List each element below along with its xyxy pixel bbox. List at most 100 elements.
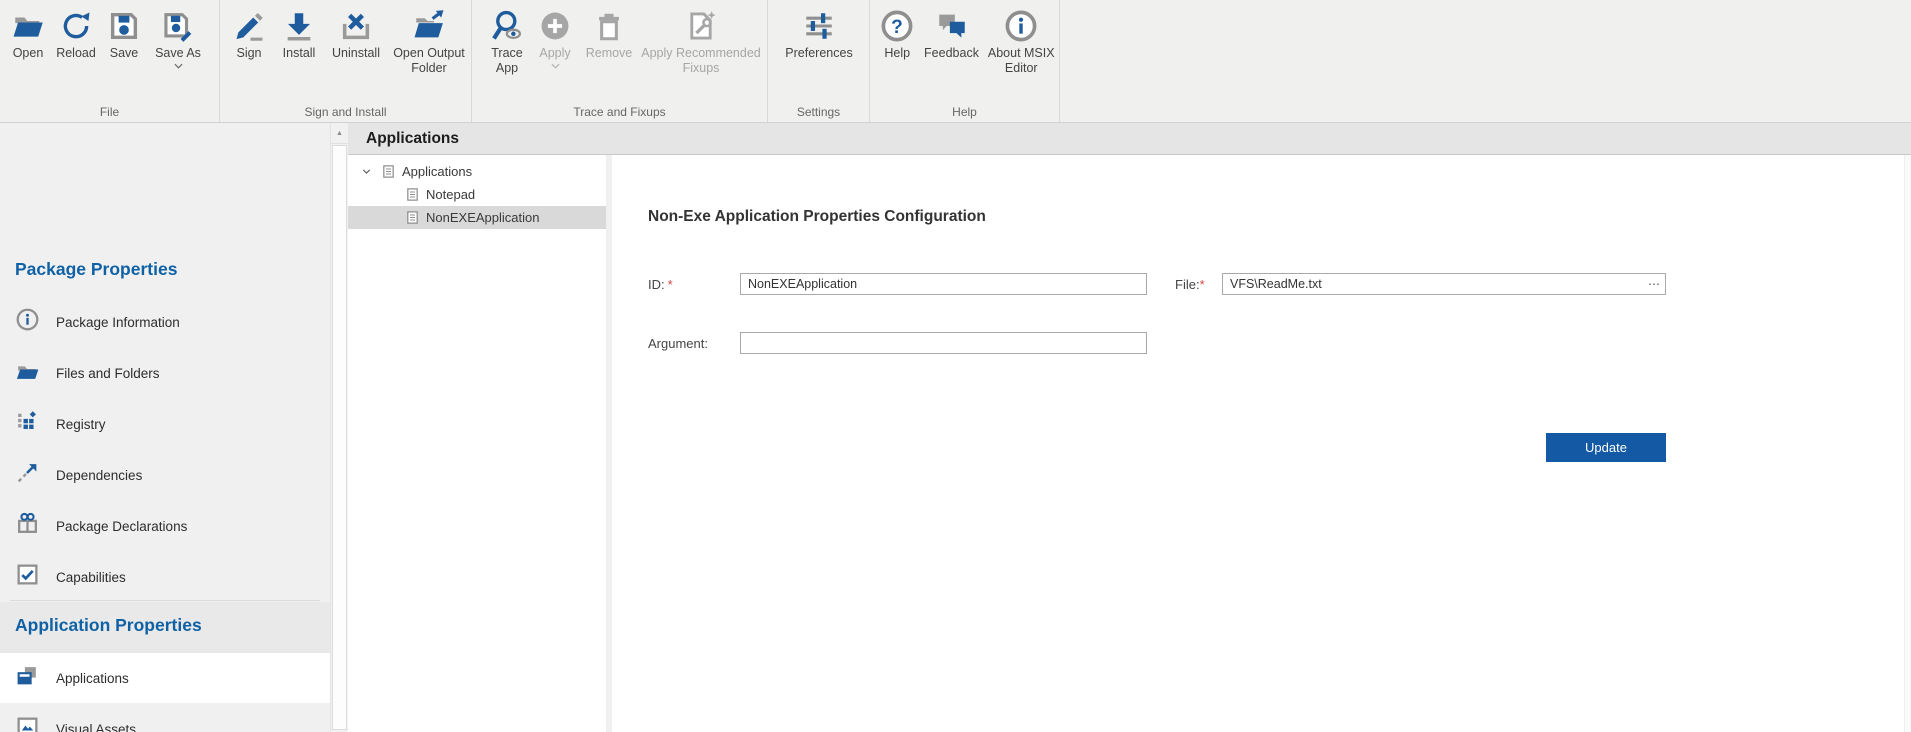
sidebar-item-label: Package Information: [56, 315, 180, 330]
file-field-label: File:*: [1175, 277, 1205, 292]
tree-item-applications-root[interactable]: Applications: [348, 160, 606, 183]
uninstall-button[interactable]: Uninstall: [325, 7, 387, 61]
sidebar-item-files-and-folders[interactable]: Files and Folders: [0, 348, 330, 398]
sidebar-item-label: Dependencies: [56, 468, 142, 483]
properties-panel: Non-Exe Application Properties Configura…: [612, 155, 1911, 732]
uninstall-icon: [339, 7, 373, 44]
panel-scrollbar[interactable]: [1904, 155, 1911, 732]
trace-app-button[interactable]: Trace App: [484, 7, 530, 75]
update-button[interactable]: Update: [1546, 433, 1666, 462]
document-icon: [405, 210, 420, 225]
ribbon-group-settings: Preferences Settings: [768, 0, 870, 122]
open-output-folder-button[interactable]: Open Output Folder: [387, 7, 471, 75]
toolbar-button-label: Preferences: [785, 46, 852, 61]
toolbar-button-label: Remove: [586, 46, 633, 61]
preferences-button[interactable]: Preferences: [773, 7, 865, 61]
sidebar-item-applications[interactable]: Applications: [0, 653, 330, 703]
sidebar-item-label: Visual Assets: [56, 722, 136, 732]
sidebar-item-label: Registry: [56, 417, 106, 432]
apply-recommended-fixups-button[interactable]: Apply Recommended Fixups: [638, 7, 764, 75]
save-button[interactable]: Save: [101, 7, 147, 61]
sidebar-item-visual-assets[interactable]: Visual Assets: [0, 704, 330, 732]
sidebar-item-label: Applications: [56, 671, 129, 686]
save-as-icon: [161, 7, 195, 44]
ribbon-group-label: Help: [870, 105, 1059, 119]
sidebar-item-dependencies[interactable]: Dependencies: [0, 450, 330, 500]
preferences-sliders-icon: [802, 7, 836, 44]
ribbon-group-sign-install: Sign Install Uninstall Open Output Folde…: [220, 0, 472, 122]
chevron-down-icon[interactable]: [360, 165, 373, 178]
ribbon-group-label: Sign and Install: [220, 105, 471, 119]
dependency-arrow-icon: [15, 460, 40, 490]
sidebar-item-package-information[interactable]: Package Information: [0, 297, 330, 347]
ribbon-group-label: Trace and Fixups: [472, 105, 767, 119]
sidebar-section-heading: Package Properties: [15, 259, 177, 280]
open-output-folder-icon: [412, 7, 446, 44]
info-circle-icon: [15, 307, 40, 337]
argument-input[interactable]: [740, 332, 1147, 354]
argument-field-label: Argument:: [648, 336, 708, 351]
app-windows-icon: [15, 663, 40, 693]
toolbar-button-label: Sign: [236, 46, 261, 61]
file-input[interactable]: [1222, 273, 1666, 295]
sign-pencil-icon: [232, 7, 266, 44]
required-asterisk: *: [668, 277, 673, 292]
sign-button[interactable]: Sign: [225, 7, 273, 61]
chevron-down-icon: [551, 63, 560, 69]
feedback-button[interactable]: Feedback: [920, 7, 984, 61]
feedback-chat-icon: [935, 7, 969, 44]
scrollbar-up-arrow-icon[interactable]: ▲: [331, 123, 348, 144]
sidebar-item-registry[interactable]: Registry: [0, 399, 330, 449]
apply-plus-icon: [538, 7, 572, 44]
sidebar-item-package-declarations[interactable]: Package Declarations: [0, 501, 330, 551]
toolbar-button-label: Apply: [539, 46, 570, 61]
required-asterisk: *: [1200, 277, 1205, 292]
checkbox-icon: [15, 562, 40, 592]
save-as-button[interactable]: Save As: [147, 7, 209, 69]
ribbon-group-help: ? Help Feedback About MSIX Editor Help: [870, 0, 1060, 122]
toolbar-button-label: Uninstall: [332, 46, 380, 61]
scrollbar-thumb[interactable]: [332, 145, 347, 730]
toolbar-button-label: Trace App: [484, 46, 530, 75]
panel-heading: Non-Exe Application Properties Configura…: [648, 208, 986, 226]
sidebar-item-capabilities[interactable]: Capabilities: [0, 552, 330, 602]
sidebar-section-heading: Application Properties: [15, 615, 202, 636]
toolbar-button-label: Open Output Folder: [387, 46, 471, 75]
toolbar-button-label: Save: [110, 46, 139, 61]
install-button[interactable]: Install: [273, 7, 325, 61]
id-input[interactable]: [740, 273, 1147, 295]
sidebar-item-label: Capabilities: [56, 570, 126, 585]
applications-tree: Applications Notepad NonEXEApplication: [348, 155, 606, 732]
toolbar-button-label: Reload: [56, 46, 96, 61]
open-folder-icon: [11, 7, 45, 44]
toolbar-button-label: Help: [884, 46, 910, 61]
install-arrow-icon: [282, 7, 316, 44]
chevron-down-icon: [174, 63, 183, 69]
tree-item-notepad[interactable]: Notepad: [348, 183, 606, 206]
help-question-icon: ?: [880, 7, 914, 44]
image-icon: [15, 714, 40, 732]
sidebar-item-label: Package Declarations: [56, 519, 187, 534]
registry-blocks-icon: [15, 409, 40, 439]
gift-box-icon: [15, 511, 40, 541]
reload-button[interactable]: Reload: [51, 7, 101, 61]
toolbar-button-label: Feedback: [924, 46, 979, 61]
open-button[interactable]: Open: [5, 7, 51, 61]
reload-icon: [59, 7, 93, 44]
apply-button[interactable]: Apply: [530, 7, 580, 69]
tree-item-nonexeapplication[interactable]: NonEXEApplication: [348, 206, 606, 229]
toolbar-button-label: Save As: [155, 46, 201, 61]
remove-button[interactable]: Remove: [580, 7, 638, 61]
ribbon-group-file: Open Reload Save Save As File: [0, 0, 220, 122]
folder-icon: [15, 358, 40, 388]
browse-ellipsis-button[interactable]: ⋯: [1644, 273, 1664, 295]
about-info-icon: [1004, 7, 1038, 44]
sidebar-scrollbar[interactable]: ▲: [330, 123, 348, 732]
about-msix-editor-button[interactable]: About MSIX Editor: [983, 7, 1059, 75]
ribbon-group-label: File: [0, 105, 219, 119]
tree-item-label: Applications: [402, 164, 472, 179]
ribbon-group-label: Settings: [768, 105, 869, 119]
toolbar-button-label: Apply Recommended Fixups: [638, 46, 764, 75]
help-button[interactable]: ? Help: [875, 7, 920, 61]
tree-item-label: Notepad: [426, 187, 475, 202]
